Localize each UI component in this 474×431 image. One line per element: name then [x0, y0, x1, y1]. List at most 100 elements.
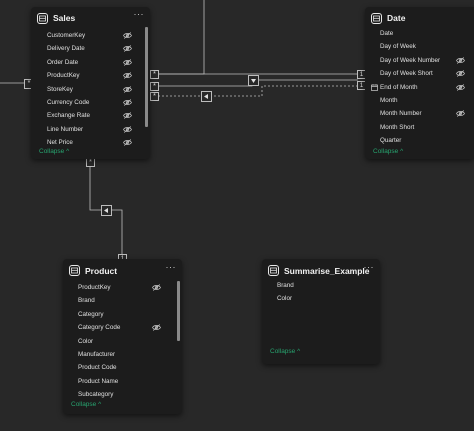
field-label: Color — [78, 337, 94, 345]
field-label: Category Code — [78, 324, 121, 332]
more-options-icon[interactable]: ··· — [166, 262, 177, 272]
field-label: Month Short — [380, 123, 415, 131]
field-label: Month — [380, 97, 398, 104]
field-row[interactable]: Month Number — [365, 107, 474, 120]
field-label: Currency Code — [47, 99, 90, 106]
eye-hidden-icon[interactable] — [123, 45, 132, 54]
field-label: Day of Week Short — [380, 70, 433, 78]
more-options-icon[interactable]: ··· — [364, 262, 375, 272]
field-row[interactable]: Order Date — [31, 56, 150, 69]
relationship-line-top — [158, 0, 205, 75]
field-row[interactable]: Month Short — [365, 121, 474, 134]
eye-hidden-icon[interactable] — [456, 83, 465, 93]
product-table-card[interactable]: Product ··· Collapse ^ ProductKey Brand Ca… — [63, 259, 182, 414]
eye-hidden-icon[interactable] — [123, 85, 132, 95]
field-row[interactable]: CustomerKey — [31, 29, 150, 42]
field-row[interactable]: Date — [365, 27, 474, 40]
date-table-card[interactable]: Date Collapse ^ Date Day of Week Day of We… — [365, 7, 474, 159]
field-row[interactable]: Day of Week — [365, 40, 474, 53]
field-label: Product Code — [78, 364, 117, 372]
filter-direction-icon[interactable] — [201, 91, 212, 102]
field-label: Day of Week Number — [380, 56, 441, 64]
field-row[interactable]: Day of Week Number — [365, 54, 474, 67]
cardinality-marker-sales-3: * — [150, 92, 159, 101]
field-label: End of Month — [380, 83, 418, 91]
field-row[interactable]: Line Number — [31, 123, 150, 136]
eye-hidden-icon[interactable] — [456, 110, 465, 119]
collapse-button[interactable]: Collapse ^ — [270, 348, 300, 355]
field-row[interactable]: ProductKey — [63, 281, 182, 294]
eye-hidden-icon[interactable] — [123, 59, 132, 68]
eye-hidden-icon[interactable] — [456, 57, 465, 66]
eye-hidden-icon[interactable] — [152, 284, 161, 293]
field-row[interactable]: Color — [63, 335, 182, 348]
field-label: Brand — [78, 297, 95, 305]
summarise-example-table-card[interactable]: Summarise_Example ··· Collapse ^ Brand Co… — [262, 259, 380, 364]
eye-hidden-icon[interactable] — [152, 324, 161, 333]
field-label: Order Date — [47, 58, 79, 66]
field-label: Color — [277, 295, 293, 303]
sales-table-title: Sales — [53, 13, 76, 23]
eye-hidden-icon[interactable] — [123, 126, 132, 135]
field-row[interactable]: Category — [63, 308, 182, 321]
collapse-button[interactable]: Collapse ^ — [373, 148, 403, 155]
field-label: ProductKey — [47, 72, 80, 80]
cardinality-marker-sales-1: * — [150, 70, 159, 79]
field-row[interactable]: Delivery Date — [31, 42, 150, 55]
date-table-title: Date — [387, 13, 406, 23]
field-row[interactable]: Currency Code — [31, 96, 150, 109]
field-label: ProductKey — [78, 284, 111, 291]
field-row[interactable]: Exchange Rate — [31, 109, 150, 122]
cardinality-marker-sales-product: * — [86, 158, 95, 167]
field-label: Month Number — [380, 110, 422, 118]
field-label: Exchange Rate — [47, 112, 91, 120]
table-icon — [371, 13, 382, 24]
field-label: Net Price — [47, 139, 73, 147]
field-label: CustomerKey — [47, 32, 86, 39]
field-row[interactable]: Subcategory — [63, 388, 182, 401]
eye-hidden-icon[interactable] — [456, 70, 465, 79]
summarise-example-table-title: Summarise_Example — [284, 266, 370, 276]
cardinality-marker-sales-2: * — [150, 82, 159, 91]
calendar-icon — [371, 83, 378, 93]
sales-table-card[interactable]: Sales ··· Collapse ^ CustomerKey Delivery… — [31, 7, 150, 159]
table-icon — [37, 13, 48, 24]
field-label: Date — [380, 30, 394, 37]
collapse-button[interactable]: Collapse ^ — [71, 401, 101, 408]
field-row[interactable]: Product Name — [63, 375, 182, 388]
field-row[interactable]: Month — [365, 94, 474, 107]
eye-hidden-icon[interactable] — [123, 32, 132, 41]
field-row[interactable]: Brand — [63, 294, 182, 307]
field-label: Line Number — [47, 125, 84, 133]
eye-hidden-icon[interactable] — [123, 112, 132, 121]
field-row[interactable]: Product Code — [63, 361, 182, 374]
filter-direction-icon[interactable] — [248, 75, 259, 86]
field-row[interactable]: Manufacturer — [63, 348, 182, 361]
field-label: Subcategory — [78, 391, 114, 399]
eye-hidden-icon[interactable] — [123, 139, 132, 148]
eye-hidden-icon[interactable] — [123, 99, 132, 108]
field-label: Manufacturer — [78, 351, 116, 358]
more-options-icon[interactable]: ··· — [134, 9, 145, 19]
field-row[interactable]: Category Code — [63, 321, 182, 334]
field-label: Category — [78, 310, 104, 318]
field-row[interactable]: Color — [262, 292, 380, 305]
field-row[interactable]: Quarter — [365, 134, 474, 147]
field-row[interactable]: StoreKey — [31, 83, 150, 96]
relationship-line-inactive — [158, 85, 358, 97]
field-row[interactable]: Net Price — [31, 136, 150, 149]
field-label: StoreKey — [47, 85, 73, 93]
field-label: Brand — [277, 282, 294, 289]
field-label: Quarter — [380, 137, 402, 145]
field-row[interactable]: End of Month — [365, 81, 474, 94]
eye-hidden-icon[interactable] — [123, 72, 132, 81]
filter-direction-icon[interactable] — [101, 205, 112, 216]
field-label: Day of Week — [380, 43, 416, 51]
field-label: Delivery Date — [47, 45, 85, 53]
field-row[interactable]: Brand — [262, 279, 380, 292]
field-row[interactable]: ProductKey — [31, 69, 150, 82]
product-table-title: Product — [85, 266, 118, 276]
field-label: Product Name — [78, 377, 119, 385]
model-canvas[interactable]: * * * * 1 1 * 1 Sales ··· Collapse ^ Cus… — [0, 0, 474, 431]
field-row[interactable]: Day of Week Short — [365, 67, 474, 80]
